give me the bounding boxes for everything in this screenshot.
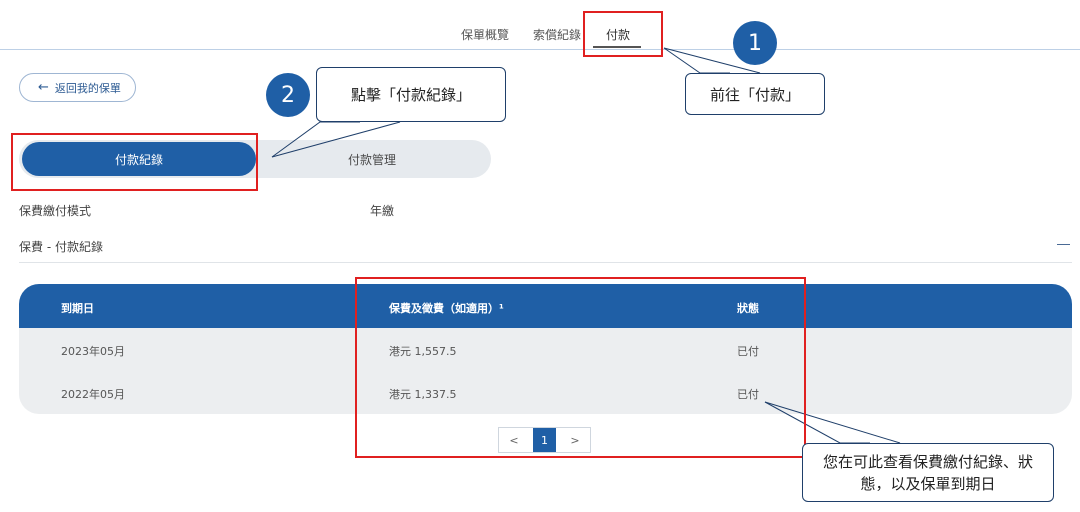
- highlight-table-area: [355, 277, 806, 458]
- callout-1-pointer: [663, 47, 730, 74]
- step-2-badge: 2: [266, 73, 310, 117]
- callout-view-records-note: 您在可此查看保費繳付紀錄、狀態，以及保單到期日: [802, 443, 1054, 502]
- callout-2-pointer: [271, 121, 360, 158]
- highlight-payment-records: [11, 133, 258, 191]
- callout-click-payment-records: 點擊「付款紀錄」: [316, 67, 506, 122]
- callout-2-pointer-edge: [271, 121, 401, 158]
- highlight-payment-tab: [583, 11, 663, 57]
- step-1-badge: 1: [733, 21, 777, 65]
- callout-go-to-payment: 前往「付款」: [685, 73, 825, 115]
